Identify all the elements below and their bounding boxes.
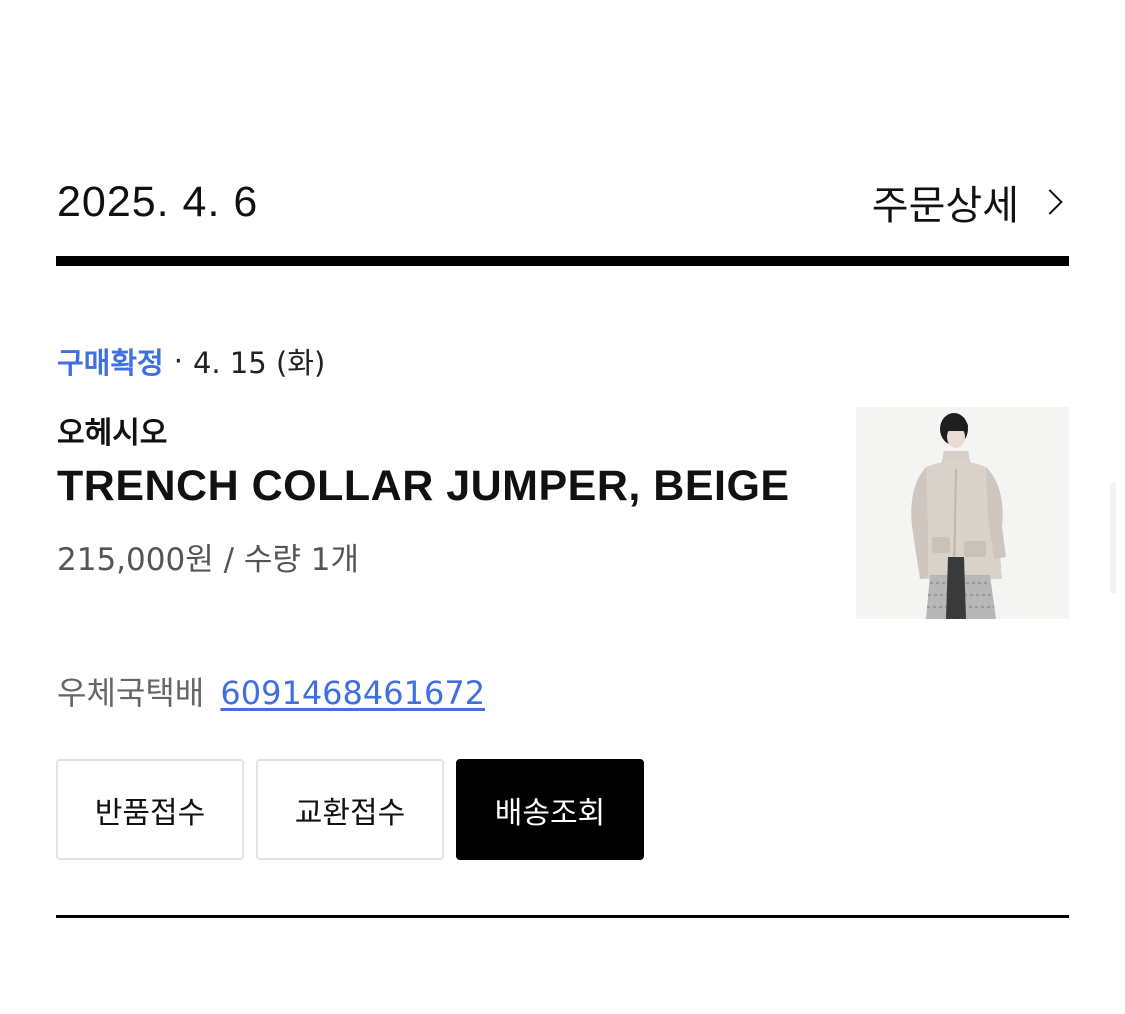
track-delivery-button[interactable]: 배송조회 [456, 759, 644, 860]
chevron-right-icon [1037, 189, 1063, 215]
order-status-line: 구매확정 · 4. 15 (화) [57, 340, 325, 382]
brand-name: 오헤시오 [57, 416, 168, 451]
header-divider [56, 256, 1069, 266]
product-name[interactable]: TRENCH COLLAR JUMPER, BEIGE [57, 462, 790, 511]
product-photo-icon [856, 407, 1069, 619]
courier-line: 우체국택배 6091468461672 [57, 668, 485, 714]
order-header: 2025. 4. 6 주문상세 [57, 170, 1069, 234]
tracking-number-link[interactable]: 6091468461672 [220, 674, 485, 712]
status-badge: 구매확정 [57, 346, 164, 380]
product-image[interactable] [856, 407, 1069, 619]
courier-name: 우체국택배 [57, 674, 205, 712]
order-detail-label: 주문상세 [871, 183, 1019, 229]
order-detail-link[interactable]: 주문상세 [872, 173, 1069, 231]
section-divider [56, 915, 1069, 918]
status-separator: · [173, 344, 183, 378]
return-request-button[interactable]: 반품접수 [56, 759, 244, 860]
order-actions: 반품접수 교환접수 배송조회 [56, 759, 644, 860]
exchange-request-button[interactable]: 교환접수 [256, 759, 444, 860]
order-date: 2025. 4. 6 [57, 177, 259, 226]
scroll-edge [1110, 483, 1116, 593]
price-quantity: 215,000원 / 수량 1개 [57, 542, 360, 578]
status-date: 4. 15 (화) [192, 346, 326, 380]
